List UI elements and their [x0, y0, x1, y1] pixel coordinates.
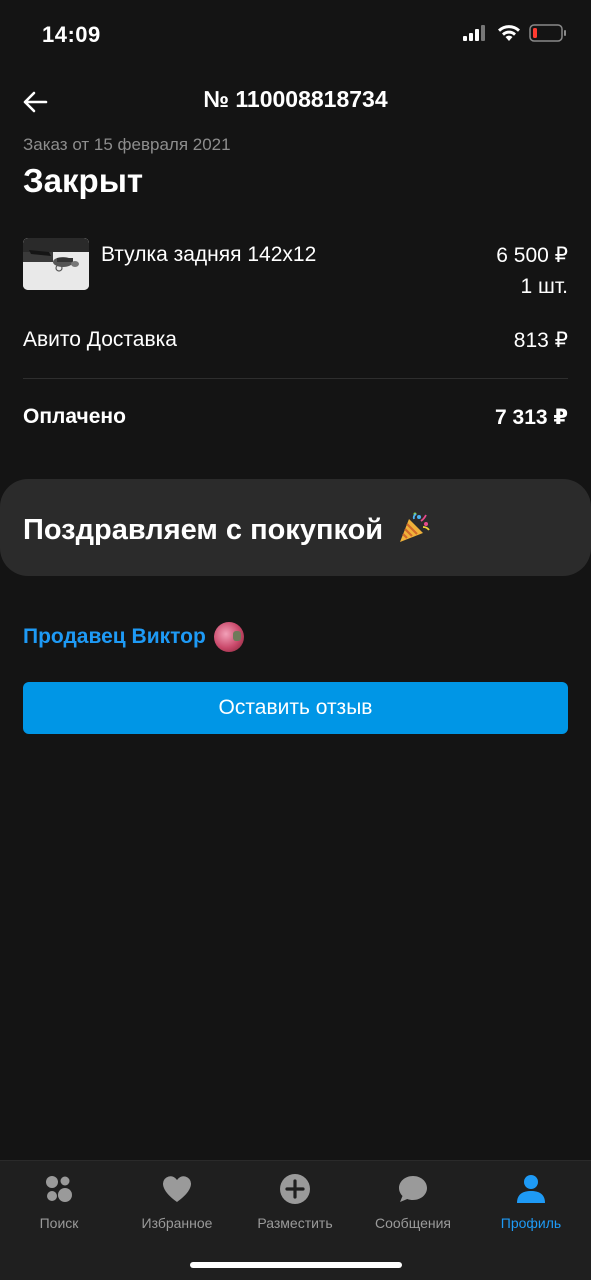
tab-search[interactable]: Поиск [0, 1169, 118, 1239]
tab-favorites[interactable]: Избранное [118, 1169, 236, 1239]
congrats-text: Поздравляем с покупкой [23, 514, 384, 546]
wifi-icon [498, 25, 520, 41]
congrats-card: Поздравляем с покупкой [0, 479, 591, 576]
order-date: Заказ от 15 февраля 2021 [23, 135, 231, 154]
tab-label: Избранное [141, 1215, 213, 1231]
home-indicator[interactable] [190, 1262, 402, 1268]
navigation-header: № 110008818734 [0, 72, 591, 128]
chat-bubble-icon [399, 1176, 427, 1202]
tab-messages[interactable]: Сообщения [354, 1169, 472, 1239]
status-icons [463, 24, 567, 42]
delivery-row: Авито Доставка 813 ₽ [23, 328, 568, 358]
order-item[interactable]: Втулка задняя 142x12 6 500 ₽ 1 шт. [23, 238, 568, 298]
divider [23, 378, 568, 379]
item-name: Втулка задняя 142x12 [101, 243, 317, 266]
heart-icon [163, 1176, 191, 1202]
status-bar: 14:09 [0, 0, 591, 70]
tab-label: Профиль [500, 1215, 562, 1231]
seller-link[interactable]: Продавец Виктор [23, 620, 244, 654]
leave-review-button[interactable]: Оставить отзыв [23, 682, 568, 734]
search-dots-icon [46, 1176, 72, 1202]
delivery-label: Авито Доставка [23, 328, 177, 351]
tab-post-ad[interactable]: Разместить [236, 1169, 354, 1239]
payment-label: Оплачено [23, 405, 126, 428]
seller-name[interactable]: Продавец Виктор [23, 625, 206, 649]
tab-label: Разместить [257, 1215, 333, 1231]
item-price: 6 500 ₽ [496, 244, 568, 267]
congrats-message: Поздравляем с покупкой [23, 511, 431, 547]
seller-avatar[interactable] [213, 622, 244, 652]
status-time: 14:09 [42, 22, 101, 47]
payment-row: Оплачено 7 313 ₽ [23, 405, 568, 435]
tab-profile[interactable]: Профиль [472, 1169, 590, 1239]
plus-circle-icon [280, 1174, 310, 1204]
order-status: Закрыт [23, 162, 144, 199]
cellular-signal-icon [463, 25, 485, 41]
item-thumbnail[interactable] [23, 238, 89, 290]
item-quantity: 1 шт. [520, 275, 569, 298]
person-icon [517, 1175, 545, 1203]
tab-label: Поиск [39, 1215, 79, 1231]
item-photo-icon [23, 238, 89, 290]
party-popper-icon [400, 512, 430, 542]
order-details-screen: 14:09 № 110008818734 Заказ от 15 февраля… [0, 0, 591, 1280]
delivery-price: 813 ₽ [513, 329, 568, 352]
page-title: № 110008818734 [203, 86, 388, 112]
payment-total: 7 313 ₽ [495, 406, 568, 429]
battery-low-icon [529, 24, 566, 42]
tab-label: Сообщения [375, 1215, 451, 1231]
